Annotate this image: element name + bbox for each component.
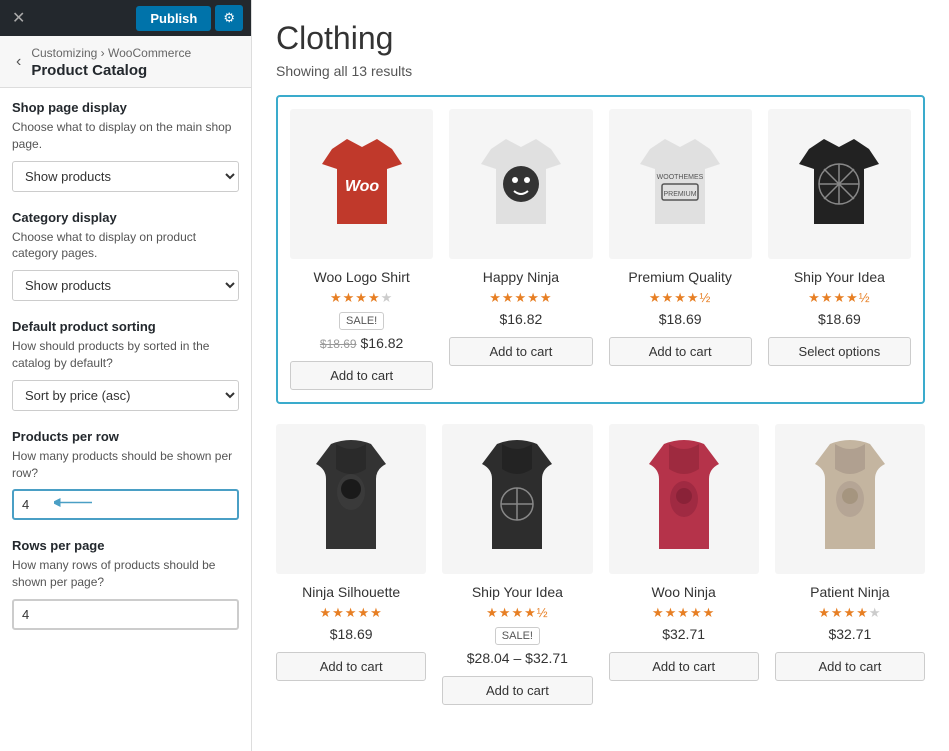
add-to-cart-button[interactable]: Add to cart: [609, 337, 752, 366]
showing-results: Showing all 13 results: [276, 63, 925, 79]
product-name: Ninja Silhouette: [302, 584, 400, 600]
product-price: $16.82: [499, 311, 542, 327]
default-sorting-title: Default product sorting: [12, 319, 239, 334]
product-card-ninja-silhouette: Ninja Silhouette ★★★★★ $18.69 Add to car…: [276, 424, 426, 705]
product-price: $18.69: [659, 311, 702, 327]
product-name: Woo Logo Shirt: [314, 269, 410, 285]
product-image-woo-logo-shirt: Woo: [290, 109, 433, 259]
product-card-woo-ninja: Woo Ninja ★★★★★ $32.71 Add to cart: [609, 424, 759, 705]
product-price: $32.71: [828, 626, 871, 642]
default-sorting-section: Default product sorting How should produ…: [12, 319, 239, 411]
products-per-row-desc: How many products should be shown per ro…: [12, 448, 239, 482]
highlighted-product-grid: Woo Woo Logo Shirt ★★★★★ SALE! $18.69 $1…: [276, 95, 925, 404]
close-button[interactable]: ✕: [8, 4, 29, 32]
product-stars: ★★★★½: [486, 605, 548, 621]
product-price: $28.04 – $32.71: [467, 650, 568, 666]
second-product-grid: Ninja Silhouette ★★★★★ $18.69 Add to car…: [276, 424, 925, 705]
product-price: $32.71: [662, 626, 705, 642]
product-card-woo-logo-shirt: Woo Woo Logo Shirt ★★★★★ SALE! $18.69 $1…: [290, 109, 433, 390]
product-price: $18.69: [818, 311, 861, 327]
category-display-select[interactable]: Show products Show subcategories Show bo…: [12, 270, 239, 301]
rows-per-page-desc: How many rows of products should be show…: [12, 557, 239, 591]
sidebar-nav: ‹ Customizing › WooCommerce Product Cata…: [0, 36, 251, 88]
product-name: Ship Your Idea: [794, 269, 885, 285]
add-to-cart-button[interactable]: Add to cart: [449, 337, 592, 366]
svg-text:Woo: Woo: [344, 178, 379, 195]
sidebar-header: ✕ Publish ⚙: [0, 0, 251, 36]
product-name: Premium Quality: [628, 269, 731, 285]
svg-text:PREMIUM: PREMIUM: [664, 191, 697, 198]
rows-per-page-section: Rows per page How many rows of products …: [12, 538, 239, 630]
product-image-woo-ninja: [609, 424, 759, 574]
add-to-cart-button[interactable]: Add to cart: [609, 652, 759, 681]
breadcrumb: Customizing › WooCommerce Product Catalo…: [31, 44, 191, 79]
price-old: $18.69: [320, 337, 357, 351]
product-stars: ★★★★★: [652, 605, 715, 621]
page-title: Clothing: [276, 20, 925, 57]
price-new: $16.82: [361, 335, 404, 351]
product-card-happy-ninja: Happy Ninja ★★★★★ $16.82 Add to cart: [449, 109, 592, 390]
rows-per-page-title: Rows per page: [12, 538, 239, 553]
product-image-ninja-silhouette: [276, 424, 426, 574]
product-price: $18.69: [330, 626, 373, 642]
product-price: $18.69 $16.82: [320, 335, 403, 351]
shop-page-display-desc: Choose what to display on the main shop …: [12, 119, 239, 153]
svg-text:WOOTHEMES: WOOTHEMES: [657, 174, 704, 181]
default-sorting-desc: How should products by sorted in the cat…: [12, 338, 239, 372]
product-stars: ★★★★½: [808, 290, 870, 306]
rows-per-page-input[interactable]: [12, 599, 239, 630]
product-stars: ★★★★★: [330, 290, 393, 306]
breadcrumb-title: Product Catalog: [31, 62, 191, 79]
select-options-button[interactable]: Select options: [768, 337, 911, 366]
product-card-ship-your-idea: Ship Your Idea ★★★★½ $18.69 Select optio…: [768, 109, 911, 390]
product-image-patient-ninja: [775, 424, 925, 574]
main-content: Clothing Showing all 13 results Woo Woo …: [252, 0, 949, 751]
sale-badge: SALE!: [495, 627, 540, 645]
shop-page-display-title: Shop page display: [12, 100, 239, 115]
back-button[interactable]: ‹: [12, 51, 25, 73]
add-to-cart-button[interactable]: Add to cart: [775, 652, 925, 681]
product-image-happy-ninja: [449, 109, 592, 259]
sale-badge: SALE!: [339, 312, 384, 330]
product-stars: ★★★★½: [649, 290, 711, 306]
category-display-desc: Choose what to display on product catego…: [12, 229, 239, 263]
category-display-title: Category display: [12, 210, 239, 225]
product-name: Happy Ninja: [483, 269, 559, 285]
product-image-ship-your-idea: [768, 109, 911, 259]
products-per-row-section: Products per row How many products shoul…: [12, 429, 239, 521]
product-stars: ★★★★★: [818, 605, 881, 621]
product-card-premium-quality: WOOTHEMES PREMIUM Premium Quality ★★★★½ …: [609, 109, 752, 390]
add-to-cart-button[interactable]: Add to cart: [276, 652, 426, 681]
publish-button[interactable]: Publish: [136, 6, 211, 31]
product-image-ship-your-idea-hoodie: [442, 424, 592, 574]
products-per-row-wrapper: [12, 489, 239, 520]
product-card-patient-ninja: Patient Ninja ★★★★★ $32.71 Add to cart: [775, 424, 925, 705]
gear-button[interactable]: ⚙: [215, 5, 243, 31]
products-per-row-title: Products per row: [12, 429, 239, 444]
breadcrumb-text: Customizing › WooCommerce: [31, 46, 191, 60]
add-to-cart-button[interactable]: Add to cart: [290, 361, 433, 390]
product-name: Ship Your Idea: [472, 584, 563, 600]
product-card-ship-your-idea-hoodie: Ship Your Idea ★★★★½ SALE! $28.04 – $32.…: [442, 424, 592, 705]
shop-page-display-section: Shop page display Choose what to display…: [12, 100, 239, 192]
publish-area: Publish ⚙: [136, 5, 243, 31]
products-per-row-input[interactable]: [12, 489, 239, 520]
product-stars: ★★★★★: [319, 605, 382, 621]
shop-page-display-select[interactable]: Show products Show categories Show both: [12, 161, 239, 192]
product-stars: ★★★★★: [489, 290, 552, 306]
category-display-section: Category display Choose what to display …: [12, 210, 239, 302]
product-image-premium-quality: WOOTHEMES PREMIUM: [609, 109, 752, 259]
product-name: Woo Ninja: [651, 584, 715, 600]
sidebar-content: Shop page display Choose what to display…: [0, 88, 251, 751]
product-name: Patient Ninja: [810, 584, 889, 600]
sidebar: ✕ Publish ⚙ ‹ Customizing › WooCommerce …: [0, 0, 252, 751]
default-sorting-select[interactable]: Default sorting Sort by popularity Sort …: [12, 380, 239, 411]
add-to-cart-button[interactable]: Add to cart: [442, 676, 592, 705]
